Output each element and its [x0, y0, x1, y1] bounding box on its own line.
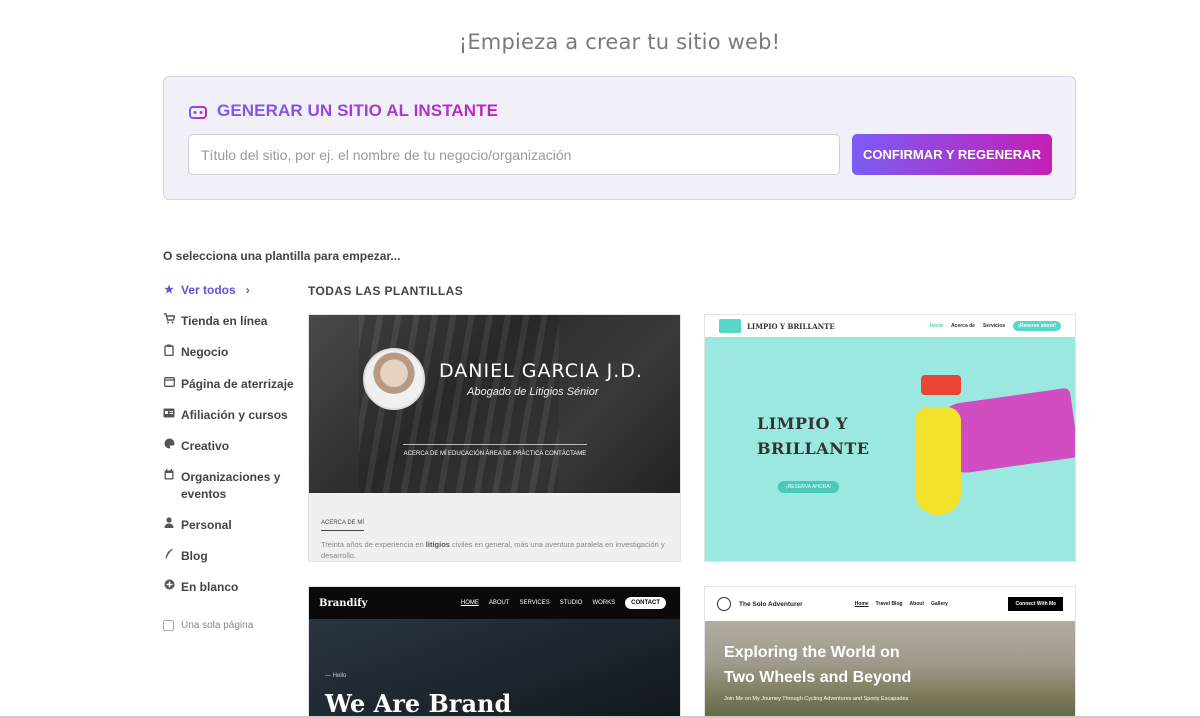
- sidebar-item-tienda-en-linea[interactable]: Tienda en línea: [163, 313, 298, 330]
- chevron-right-icon: ›: [245, 283, 250, 297]
- template-nav: Inicio Acerca de Servicios ¡Reserve ahor…: [930, 321, 1061, 331]
- nav-button: Connect With Me: [1008, 597, 1063, 611]
- bicycle-icon: [717, 597, 731, 611]
- one-page-checkbox[interactable]: [163, 620, 174, 631]
- nav-link: Inicio: [929, 323, 944, 329]
- about-section: ACERCA DE MÍ Treinta años de experiencia…: [309, 493, 680, 561]
- avatar: [363, 348, 425, 410]
- sidebar-item-afiliacion-y-cursos[interactable]: Afiliación y cursos: [163, 407, 298, 424]
- template-select-label: O selecciona una plantilla para empezar.…: [163, 249, 401, 263]
- template-card-solo-adventurer[interactable]: The Solo Adventurer Home Travel Blog Abo…: [704, 586, 1076, 718]
- sidebar-item-label: Página de aterrizaje: [181, 377, 294, 391]
- palette-icon: [163, 438, 175, 455]
- cart-icon: [163, 313, 175, 330]
- sidebar-item-label: En blanco: [181, 580, 239, 594]
- sidebar-item-label: Tienda en línea: [181, 314, 268, 328]
- template-name: DANIEL GARCIA J.D.: [439, 360, 643, 382]
- category-sidebar: ★ Ver todos › Tienda en línea Negocio Pá…: [163, 282, 298, 631]
- hero-image: Exploring the World on Two Wheels and Be…: [705, 621, 1075, 718]
- nav-link: HOME: [460, 600, 479, 606]
- template-title: LIMPIO Y BRILLANTE: [757, 414, 870, 458]
- template-brand: Brandify: [319, 597, 368, 609]
- window-icon: [163, 376, 175, 393]
- page-title: ¡Empieza a crear tu sitio web!: [458, 30, 781, 54]
- hero-image: [309, 315, 680, 493]
- template-card-cleaning[interactable]: LIMPIO Y BRILLANTE Inicio Acerca de Serv…: [704, 314, 1076, 562]
- template-card-lawyer[interactable]: DANIEL GARCIA J.D. Abogado de Litigios S…: [308, 314, 681, 562]
- sidebar-item-personal[interactable]: Personal: [163, 517, 298, 534]
- nav-link: About: [909, 601, 924, 607]
- nav-link: STUDIO: [559, 600, 583, 606]
- clipboard-icon: [163, 344, 175, 362]
- sidebar-item-organizaciones-y-eventos[interactable]: Organizaciones y eventos: [163, 469, 298, 503]
- sidebar-item-label: Afiliación y cursos: [181, 408, 288, 422]
- hero-image: LIMPIO Y BRILLANTE ¡RESERVA AHORA!: [705, 337, 1075, 561]
- nav-link: SERVICES: [519, 600, 550, 606]
- calendar-icon: [163, 469, 175, 486]
- template-header: LIMPIO Y BRILLANTE Inicio Acerca de Serv…: [705, 315, 1075, 337]
- confirm-regenerate-button[interactable]: CONFIRMAR Y REGENERAR: [852, 134, 1052, 175]
- spray-nozzle-illustration: [921, 375, 961, 395]
- template-header: Brandify HOME ABOUT SERVICES STUDIO WORK…: [309, 587, 680, 619]
- nav-link: EDUCACIÓN: [448, 451, 485, 457]
- sidebar-item-label: Ver todos: [181, 283, 236, 297]
- all-templates-heading: TODAS LAS PLANTILLAS: [308, 284, 464, 298]
- about-text: Treinta años de experiencia en litigios …: [321, 540, 665, 560]
- sidebar-item-blog[interactable]: Blog: [163, 548, 298, 565]
- hero-kicker: — Hello: [325, 673, 347, 679]
- cta-button: ¡RESERVA AHORA!: [778, 481, 840, 493]
- quill-icon: [163, 548, 175, 565]
- person-icon: [163, 517, 175, 534]
- nav-link: ABOUT: [488, 600, 510, 606]
- template-nav: Home Travel Blog About Gallery: [855, 601, 948, 607]
- nav-link: ÁREA DE PRÁCTICA: [485, 451, 544, 457]
- nav-button: CONTACT: [625, 597, 666, 609]
- hero-headline: We Are Brand: [325, 689, 512, 718]
- template-nav: HOME ABOUT SERVICES STUDIO WORKS CONTACT: [461, 597, 666, 609]
- nav-button: ¡Reserve ahora!: [1013, 321, 1061, 331]
- one-page-label: Una sola página: [181, 620, 254, 631]
- nav-link: Travel Blog: [875, 601, 903, 607]
- template-brand: LIMPIO Y BRILLANTE: [747, 321, 835, 331]
- instant-generator-panel: GENERAR UN SITIO AL INSTANTE CONFIRMAR Y…: [163, 76, 1076, 200]
- template-card-brandify[interactable]: Brandify HOME ABOUT SERVICES STUDIO WORK…: [308, 586, 681, 718]
- nav-link: ACERCA DE MÍ: [403, 451, 447, 457]
- generator-title-text: GENERAR UN SITIO AL INSTANTE: [217, 101, 499, 120]
- generator-title: GENERAR UN SITIO AL INSTANTE: [188, 101, 498, 121]
- about-heading: ACERCA DE MÍ: [321, 520, 365, 531]
- nav-link: Servicios: [982, 323, 1006, 329]
- template-header: The Solo Adventurer Home Travel Blog Abo…: [705, 587, 1075, 621]
- logo: [719, 319, 741, 333]
- nav-link: CONTÁCTAME: [544, 451, 587, 457]
- nav-link: Gallery: [931, 601, 948, 607]
- sidebar-item-label: Blog: [181, 549, 208, 563]
- sidebar-item-creativo[interactable]: Creativo: [163, 438, 298, 455]
- sidebar-item-negocio[interactable]: Negocio: [163, 344, 298, 362]
- sidebar-item-pagina-de-aterrizaje[interactable]: Página de aterrizaje: [163, 376, 298, 393]
- site-title-input[interactable]: [188, 134, 840, 175]
- sidebar-item-label: Creativo: [181, 439, 230, 453]
- nav-link: WORKS: [592, 600, 616, 606]
- sidebar-item-ver-todos[interactable]: ★ Ver todos ›: [163, 282, 298, 299]
- hero-image: — Hello We Are Brand: [309, 619, 680, 718]
- sidebar-item-label: Organizaciones y eventos: [181, 470, 281, 501]
- hero-subtitle: Join Me on My Journey Through Cycling Ad…: [724, 696, 909, 702]
- id-card-icon: [163, 407, 175, 424]
- sidebar-item-label: Personal: [181, 518, 232, 532]
- spray-bottle-illustration: [915, 407, 961, 515]
- robot-icon: [189, 103, 207, 119]
- hero-headline: Exploring the World on Two Wheels and Be…: [724, 644, 912, 686]
- sidebar-item-label: Negocio: [181, 345, 229, 359]
- template-brand: The Solo Adventurer: [739, 600, 803, 608]
- template-role: Abogado de Litigios Sénior: [467, 386, 599, 398]
- plus-circle-icon: [163, 579, 175, 596]
- nav-link: Home: [854, 601, 869, 607]
- nav-link: Acerca de: [951, 323, 975, 329]
- one-page-filter[interactable]: Una sola página: [163, 620, 298, 631]
- sidebar-item-en-blanco[interactable]: En blanco: [163, 579, 298, 596]
- star-icon: ★: [164, 284, 174, 296]
- template-nav: ACERCA DE MÍ EDUCACIÓN ÁREA DE PRÁCTICA …: [403, 444, 587, 457]
